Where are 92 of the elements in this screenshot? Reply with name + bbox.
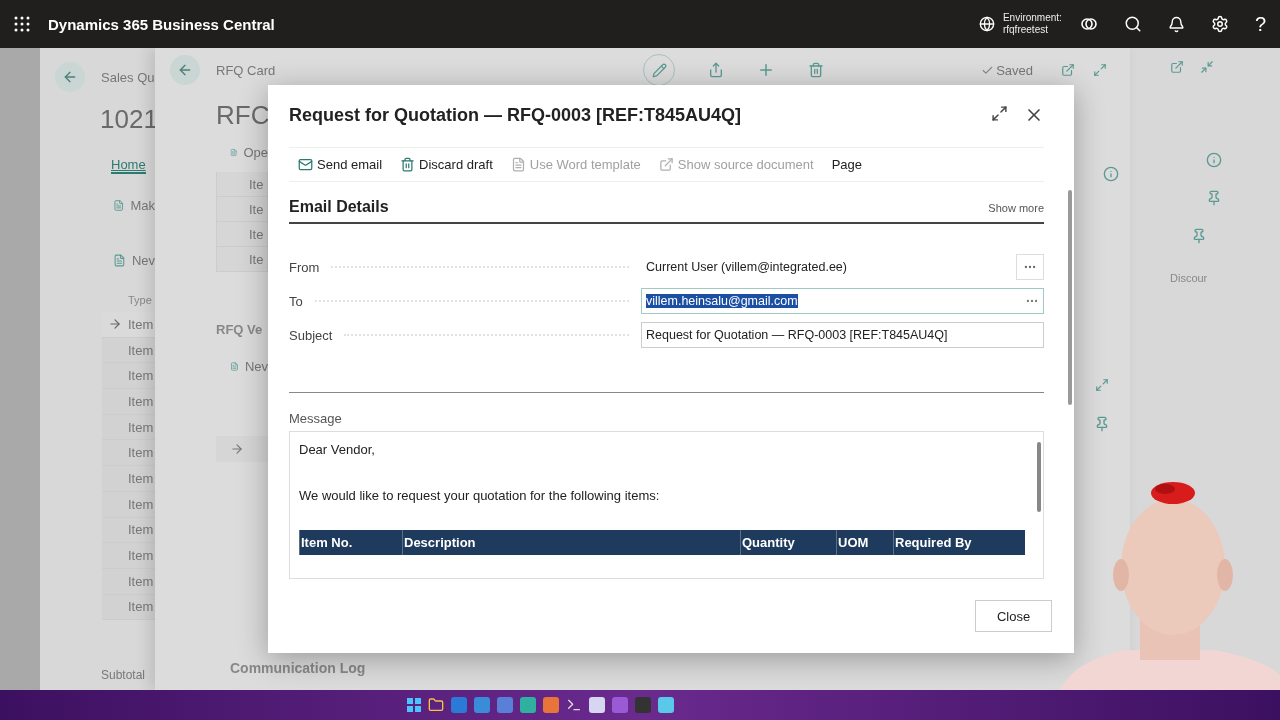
subtotal-label: Subtotal bbox=[101, 668, 147, 682]
info-icon[interactable] bbox=[1103, 166, 1119, 182]
message-paragraph: We would like to request your quotation for the following items: bbox=[299, 488, 661, 503]
breadcrumb: Sales Qu bbox=[101, 69, 155, 85]
table-cell: Item bbox=[128, 419, 154, 435]
page-number: 1021 bbox=[100, 104, 155, 135]
toolbar-button[interactable]: Page bbox=[831, 157, 862, 172]
column-header: Discour bbox=[1170, 272, 1209, 284]
table-cell: Ite bbox=[216, 222, 268, 247]
table-cell: Item bbox=[128, 522, 154, 538]
table-cell: Item bbox=[128, 393, 154, 409]
open-new-window-icon[interactable] bbox=[1061, 63, 1075, 77]
table-cell: Ite bbox=[216, 172, 268, 197]
trash-icon bbox=[400, 157, 416, 172]
search-icon[interactable] bbox=[1123, 15, 1142, 33]
notification-icon[interactable] bbox=[1167, 15, 1185, 33]
subject-field[interactable]: Request for Quotation — RFQ-0003 [REF:T845AU4Q] bbox=[641, 322, 1044, 348]
table-header-cell: Item No. bbox=[299, 530, 402, 555]
saved-status: Saved bbox=[996, 62, 1033, 78]
section-title: RFQ Ve bbox=[216, 322, 264, 337]
table-header-cell: Description bbox=[402, 530, 740, 555]
tab[interactable]: Home bbox=[111, 157, 146, 174]
app-launcher-icon[interactable] bbox=[14, 16, 30, 32]
dialog-title: Request for Quotation — RFQ-0003 [REF:T845AU4Q] bbox=[289, 104, 742, 126]
table-cell: Item bbox=[128, 470, 154, 486]
pin-icon[interactable] bbox=[1094, 416, 1110, 432]
app-icon[interactable] bbox=[496, 697, 513, 713]
table-cell: Item bbox=[128, 316, 154, 332]
copilot-icon[interactable] bbox=[1079, 15, 1098, 33]
app-title: Dynamics 365 Business Central bbox=[48, 15, 275, 33]
current-row-arrow-icon bbox=[230, 442, 244, 456]
table-cell: Item bbox=[128, 368, 154, 384]
field-label: Subject bbox=[289, 327, 333, 343]
back-button[interactable] bbox=[55, 62, 85, 92]
section-title: Communication Log bbox=[230, 660, 366, 676]
document-link-icon bbox=[658, 157, 674, 172]
table-cell: Ite bbox=[216, 197, 268, 222]
back-button[interactable] bbox=[170, 55, 200, 85]
collapse-icon[interactable] bbox=[1200, 60, 1214, 74]
page-title: RFC bbox=[216, 100, 268, 131]
table-cell: Item bbox=[128, 548, 154, 564]
column-header: Type bbox=[128, 294, 153, 306]
document-icon bbox=[510, 157, 526, 172]
from-value: Current User (villem@integrated.ee) bbox=[645, 260, 848, 274]
start-icon[interactable] bbox=[406, 698, 421, 712]
table-cell: Item bbox=[128, 573, 154, 589]
app-icon[interactable] bbox=[657, 697, 674, 713]
field-label: From bbox=[289, 259, 320, 275]
expand-icon[interactable] bbox=[991, 105, 1008, 122]
message-paragraph: Dear Vendor, bbox=[299, 442, 376, 457]
table-cell: Item bbox=[128, 599, 154, 615]
app-icon[interactable] bbox=[588, 697, 605, 713]
table-header-cell: UOM bbox=[836, 530, 893, 555]
app-icon[interactable] bbox=[542, 697, 559, 713]
table-cell: Item bbox=[128, 496, 154, 512]
scrollbar[interactable] bbox=[1037, 442, 1041, 512]
environment-label: Environment: bbox=[1002, 12, 1062, 24]
table-cell: Ite bbox=[216, 247, 268, 272]
settings-icon[interactable] bbox=[1210, 15, 1229, 33]
share-icon[interactable] bbox=[708, 62, 725, 78]
close-button[interactable]: Close bbox=[975, 600, 1052, 632]
environment-name: rfqfreetest bbox=[1002, 24, 1049, 36]
toolbar-button[interactable]: Send email bbox=[298, 157, 383, 172]
pencil-icon bbox=[651, 62, 667, 78]
trash-icon[interactable] bbox=[808, 62, 825, 78]
mail-icon bbox=[298, 157, 313, 172]
breadcrumb: RFQ Card bbox=[216, 62, 276, 78]
app-icon[interactable] bbox=[473, 697, 490, 713]
field-label: To bbox=[289, 293, 303, 309]
folder-icon[interactable] bbox=[427, 697, 444, 713]
scrollbar[interactable] bbox=[1068, 190, 1072, 405]
table-cell: Item bbox=[128, 342, 154, 358]
show-more-link[interactable]: Show more bbox=[988, 202, 1044, 214]
terminal-icon[interactable] bbox=[565, 697, 582, 713]
to-field[interactable]: villem.heinsalu@gmail.com bbox=[641, 288, 1044, 314]
table-cell: Item bbox=[128, 445, 154, 461]
toolbar-button[interactable]: Discard draft bbox=[400, 157, 493, 172]
table-header-cell: Quantity bbox=[740, 530, 836, 555]
action-icon bbox=[113, 198, 125, 213]
action-icon bbox=[230, 359, 239, 374]
field-label: Message bbox=[289, 411, 343, 426]
info-icon[interactable] bbox=[1206, 152, 1222, 168]
app-icon[interactable] bbox=[519, 697, 536, 713]
open-new-window-icon[interactable] bbox=[1170, 60, 1184, 74]
globe-icon bbox=[978, 16, 995, 32]
help-button[interactable]: ? bbox=[1254, 12, 1266, 36]
more-button[interactable] bbox=[1016, 254, 1044, 280]
section-title: Email Details bbox=[289, 198, 389, 216]
table-header-cell: Required By bbox=[893, 530, 1024, 555]
pin-icon[interactable] bbox=[1206, 190, 1222, 206]
action-icon bbox=[113, 253, 126, 268]
pin-icon[interactable] bbox=[1191, 228, 1207, 244]
